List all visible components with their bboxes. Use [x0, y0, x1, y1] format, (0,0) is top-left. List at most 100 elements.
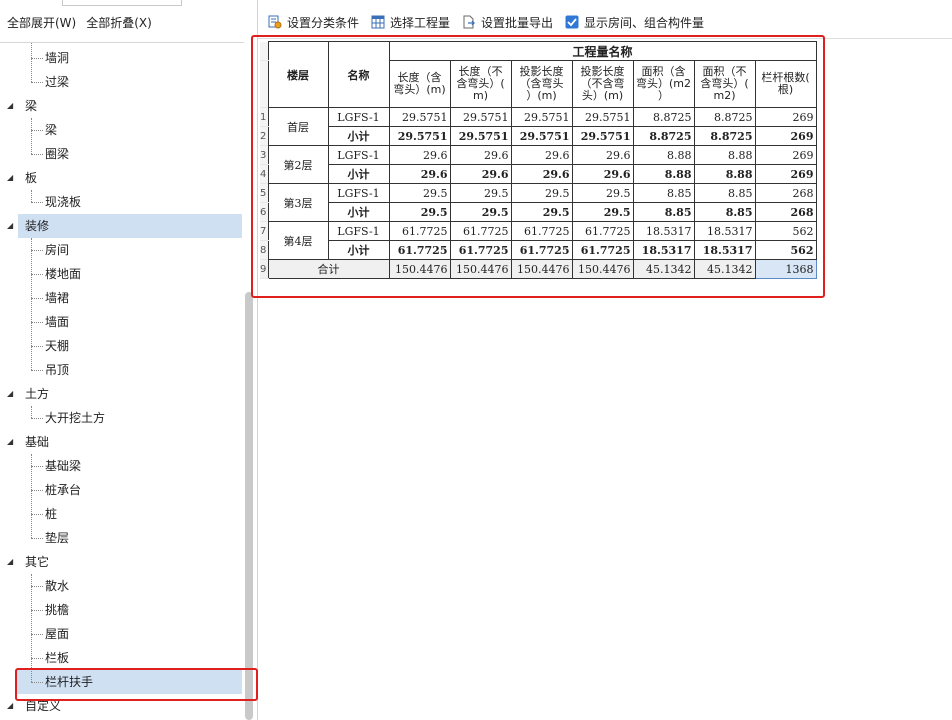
table-highlight-box — [251, 35, 825, 298]
tree-item-leaf[interactable]: 散水 — [0, 574, 242, 598]
tree-item-leaf[interactable]: 房间 — [0, 238, 242, 262]
tree-scrollbar[interactable] — [245, 292, 253, 720]
tree-item-group[interactable]: ◢ 其它 — [0, 550, 242, 574]
tree-item-label: 基础 — [25, 435, 50, 449]
tree-item-leaf[interactable]: 桩 — [0, 502, 242, 526]
show-rooms-label: 显示房间、组合构件量 — [584, 15, 705, 30]
tree-item-highlight-box — [15, 668, 258, 701]
tree-item-leaf[interactable]: 屋面 — [0, 622, 242, 646]
tree-connector — [31, 634, 43, 635]
tree-item-leaf[interactable]: 过梁 — [0, 70, 242, 94]
tree-item-group[interactable]: ◢ 基础 — [0, 430, 242, 454]
tree-item-group[interactable]: ◢ 板 — [0, 166, 242, 190]
report-toolbar: 设置分类条件 选择工程量 设置批量导出 显示房间、组合构件量 — [262, 8, 710, 36]
expand-arrow-icon[interactable]: ◢ — [7, 430, 13, 454]
expand-all-button[interactable]: 全部展开(W) — [7, 14, 76, 31]
tree-connector — [31, 274, 43, 275]
tree-item-leaf[interactable]: 大开挖土方 — [0, 406, 242, 430]
select-quantity-button[interactable]: 选择工程量 — [371, 14, 450, 31]
tree-item-label: 墙裙 — [45, 291, 70, 305]
tree-item-label: 过梁 — [45, 75, 70, 89]
tree-item-leaf[interactable]: 栏板 — [0, 646, 242, 670]
tree-connector-line — [31, 43, 32, 82]
tree-item-label: 挑檐 — [45, 603, 70, 617]
tree-connector — [31, 202, 43, 203]
tree-item-leaf[interactable]: 现浇板 — [0, 190, 242, 214]
tree-item-leaf[interactable]: 桩承台 — [0, 478, 242, 502]
expand-arrow-icon[interactable]: ◢ — [7, 166, 13, 190]
expand-arrow-icon[interactable]: ◢ — [7, 214, 13, 238]
tree-item-label: 装修 — [25, 219, 50, 233]
checkbox-checked-icon[interactable] — [565, 15, 579, 29]
tree-item-label: 桩承台 — [45, 483, 82, 497]
tree-item-leaf[interactable]: 墙面 — [0, 310, 242, 334]
tree-connector-line — [31, 238, 32, 370]
tree-item-leaf[interactable]: 基础梁 — [0, 454, 242, 478]
tree-item-group[interactable]: ◢ 梁 — [0, 94, 242, 118]
tree-connector-line — [31, 574, 32, 682]
tree-item-label: 屋面 — [45, 627, 70, 641]
tree-item-label: 墙面 — [45, 315, 70, 329]
set-batch-export-button[interactable]: 设置批量导出 — [462, 14, 553, 31]
collapse-all-button[interactable]: 全部折叠(X) — [86, 14, 152, 31]
component-tree: 墙洞 过梁 ◢ 梁梁圈梁 ◢ 板现浇板 ◢ 装修 房间 楼地面 墙裙 墙面 天棚 吊顶 ◢ 土方 大开挖土方 ◢ 基… — [0, 42, 244, 720]
tree-item-label: 梁 — [25, 99, 38, 113]
tree-item-leaf[interactable]: 墙洞 — [0, 46, 242, 70]
tree-item-label: 现浇板 — [45, 195, 82, 209]
tree-item-leaf[interactable]: 挑檐 — [0, 598, 242, 622]
tree-connector — [31, 490, 43, 491]
tree-item-label: 垫层 — [45, 531, 70, 545]
tree-item-label: 桩 — [45, 507, 58, 521]
tree-item-label: 圈梁 — [45, 147, 70, 161]
tree-connector — [31, 298, 43, 299]
tree-item-label: 天棚 — [45, 339, 70, 353]
tree-item-group[interactable]: ◢ 土方 — [0, 382, 242, 406]
set-category-button[interactable]: 设置分类条件 — [268, 14, 359, 31]
tree-item-label: 楼地面 — [45, 267, 82, 281]
tree-item-label: 大开挖土方 — [45, 411, 106, 425]
tree-connector-line — [31, 118, 32, 154]
tree-item-label: 房间 — [45, 243, 70, 257]
tree-connector — [31, 58, 43, 59]
tree-connector — [31, 250, 43, 251]
tree-item-leaf[interactable]: 墙裙 — [0, 286, 242, 310]
tree-item-leaf[interactable]: 圈梁 — [0, 142, 242, 166]
tree-filter-box[interactable] — [62, 0, 182, 6]
component-tree-panel: 全部展开(W) 全部折叠(X) 墙洞 过梁 ◢ 梁梁圈梁 ◢ 板现浇板 ◢ 装修 房间 楼地面 墙裙… — [0, 0, 258, 720]
select-quantity-label: 选择工程量 — [390, 15, 451, 30]
tree-item-label: 板 — [25, 171, 38, 185]
tree-connector — [31, 322, 43, 323]
tree-connector — [31, 514, 43, 515]
tree-connector — [31, 370, 43, 371]
tree-connector — [31, 658, 43, 659]
tree-item-leaf[interactable]: 楼地面 — [0, 262, 242, 286]
tree-connector — [31, 538, 43, 539]
tree-item-leaf[interactable]: 吊顶 — [0, 358, 242, 382]
tree-connector — [31, 130, 43, 131]
expand-arrow-icon[interactable]: ◢ — [7, 94, 13, 118]
expand-arrow-icon[interactable]: ◢ — [7, 382, 13, 406]
expand-arrow-icon[interactable]: ◢ — [7, 550, 13, 574]
tree-item-label: 基础梁 — [45, 459, 82, 473]
show-rooms-toggle[interactable]: 显示房间、组合构件量 — [565, 14, 704, 31]
tree-item-leaf[interactable]: 天棚 — [0, 334, 242, 358]
tree-item-leaf[interactable]: 梁 — [0, 118, 242, 142]
tree-item-label: 吊顶 — [45, 363, 70, 377]
tree-connector — [31, 466, 43, 467]
tree-item-label: 散水 — [45, 579, 70, 593]
tree-connector — [31, 418, 43, 419]
tree-connector — [31, 610, 43, 611]
tree-item-label: 土方 — [25, 387, 50, 401]
tree-connector-line — [31, 190, 32, 202]
tree-item-label: 梁 — [45, 123, 58, 137]
tree-item-group[interactable]: ◢ 装修 — [7, 214, 242, 238]
tree-connector — [31, 586, 43, 587]
set-category-label: 设置分类条件 — [287, 15, 360, 30]
filter-settings-icon — [268, 15, 282, 29]
tree-item-leaf[interactable]: 垫层 — [0, 526, 242, 550]
tree-item-label: 其它 — [25, 555, 50, 569]
expand-arrow-icon[interactable]: ◢ — [7, 694, 13, 718]
tree-toolbar: 全部展开(W) 全部折叠(X) — [0, 8, 258, 36]
tree-connector-line — [31, 454, 32, 538]
tree-connector — [31, 346, 43, 347]
